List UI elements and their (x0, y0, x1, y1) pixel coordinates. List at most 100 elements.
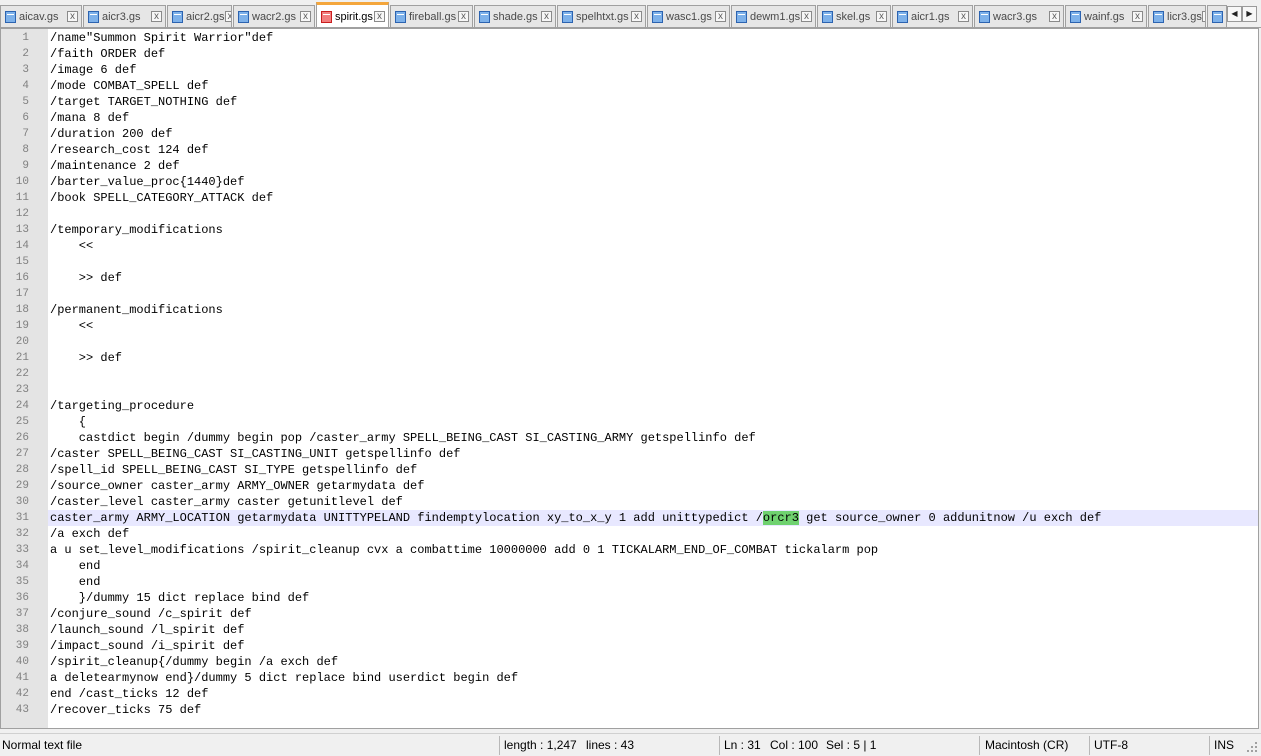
line-number: 21 (1, 350, 48, 366)
close-tab-icon[interactable]: x (958, 11, 969, 22)
code-line[interactable]: 13/temporary_modifications (1, 222, 1258, 238)
file-icon (979, 10, 990, 23)
tab-wacr3-gs[interactable]: wacr3.gs x (974, 5, 1064, 27)
tab-skel-gs[interactable]: skel.gs x (817, 5, 891, 27)
code-line[interactable]: 5/target TARGET_NOTHING def (1, 94, 1258, 110)
tab-aicr1-gs[interactable]: aicr1.gs x (892, 5, 973, 27)
code-line[interactable]: 26 castdict begin /dummy begin pop /cast… (1, 430, 1258, 446)
tab-spirit-gs[interactable]: spirit.gs x (316, 2, 389, 27)
close-tab-icon[interactable]: x (300, 11, 311, 22)
tab-wasc1-gs[interactable]: wasc1.gs x (647, 5, 730, 27)
code-line[interactable]: 38/launch_sound /l_spirit def (1, 622, 1258, 638)
tab-aicav-gs[interactable]: aicav.gs x (0, 5, 82, 27)
code-line[interactable]: 34 end (1, 558, 1258, 574)
code-line[interactable]: 40/spirit_cleanup{/dummy begin /a exch d… (1, 654, 1258, 670)
tab-licr3-gs[interactable]: licr3.gsx (1148, 5, 1206, 27)
tab-wacr2-gs[interactable]: wacr2.gs x (233, 5, 315, 27)
code-line[interactable]: 7/duration 200 def (1, 126, 1258, 142)
line-number: 5 (1, 94, 48, 110)
code-line[interactable]: 15 (1, 254, 1258, 270)
tab-fireball-gs[interactable]: fireball.gs x (390, 5, 473, 27)
code-line[interactable]: 3/image 6 def (1, 62, 1258, 78)
code-line[interactable]: 20 (1, 334, 1258, 350)
line-number: 16 (1, 270, 48, 286)
tab-overflow[interactable] (1207, 5, 1227, 27)
file-icon (238, 10, 249, 23)
code-line[interactable]: 25 { (1, 414, 1258, 430)
code-line[interactable]: 17 (1, 286, 1258, 302)
code-line[interactable]: 9/maintenance 2 def (1, 158, 1258, 174)
code-line[interactable]: 39/impact_sound /i_spirit def (1, 638, 1258, 654)
code-line[interactable]: 21 >> def (1, 350, 1258, 366)
tab-label: spelhtxt.gs (576, 10, 629, 23)
tab-wainf-gs[interactable]: wainf.gs x (1065, 5, 1147, 27)
code-line-text: castdict begin /dummy begin pop /caster_… (50, 431, 756, 445)
code-line[interactable]: 33 a u set_level_modifications /spirit_cl… (1, 542, 1258, 558)
tab-dewm1-gs[interactable]: dewm1.gs x (731, 5, 816, 27)
code-line-text: >> def (50, 351, 123, 365)
code-line[interactable]: 2/faith ORDER def (1, 46, 1258, 62)
code-line[interactable]: 42 end /cast_ticks 12 def (1, 686, 1258, 702)
code-line[interactable]: 41 a deletearmynow end}/dummy 5 dict repl… (1, 670, 1258, 686)
code-line[interactable]: 18/permanent_modifications (1, 302, 1258, 318)
code-line[interactable]: 19 << (1, 318, 1258, 334)
close-tab-icon[interactable]: x (801, 11, 812, 22)
code-line[interactable]: 12 (1, 206, 1258, 222)
code-line[interactable]: 11/book SPELL_CATEGORY_ATTACK def (1, 190, 1258, 206)
code-line[interactable]: 1/name"Summon Spirit Warrior"def (1, 30, 1258, 46)
code-line[interactable]: 8/research_cost 124 def (1, 142, 1258, 158)
close-tab-icon[interactable]: x (224, 11, 231, 22)
close-tab-icon[interactable]: x (67, 11, 78, 22)
tab-spelhtxt-gs[interactable]: spelhtxt.gs x (557, 5, 646, 27)
close-tab-icon[interactable]: x (1201, 11, 1205, 22)
file-icon (736, 10, 747, 23)
tab-shade-gs[interactable]: shade.gs x (474, 5, 556, 27)
status-eol[interactable]: Macintosh (CR) (985, 734, 1068, 756)
status-encoding[interactable]: UTF-8 (1094, 734, 1128, 756)
code-line[interactable]: 4/mode COMBAT_SPELL def (1, 78, 1258, 94)
code-line[interactable]: 24/targeting_procedure (1, 398, 1258, 414)
code-line[interactable]: 6/mana 8 def (1, 110, 1258, 126)
unsaved-file-icon (321, 10, 332, 23)
code-line-text: /permanent_modifications (50, 303, 223, 317)
close-tab-icon[interactable]: x (374, 11, 385, 22)
code-line[interactable]: 16 >> def (1, 270, 1258, 286)
code-editor[interactable]: 1/name"Summon Spirit Warrior"def 2/faith … (0, 28, 1259, 729)
line-number: 1 (1, 30, 48, 46)
status-insert-mode[interactable]: INS (1214, 734, 1234, 756)
code-line[interactable]: 32/a exch def (1, 526, 1258, 542)
close-tab-icon[interactable]: x (715, 11, 726, 22)
code-line[interactable]: 23 (1, 382, 1258, 398)
code-line[interactable]: 36 }/dummy 15 dict replace bind def (1, 590, 1258, 606)
code-line[interactable]: 30/caster_level caster_army caster getun… (1, 494, 1258, 510)
code-line-text: /spirit_cleanup{/dummy begin /a exch def (50, 655, 339, 669)
search-match-highlight: orcr3 (762, 511, 799, 525)
resize-grip-icon[interactable] (1245, 740, 1259, 754)
tab-aicr3-gs[interactable]: aicr3.gs x (83, 5, 166, 27)
tab-scroll-right-button[interactable]: ▶ (1242, 6, 1257, 22)
code-line[interactable]: 14 << (1, 238, 1258, 254)
code-line[interactable]: 31 caster_army ARMY_LOCATION getarmydata … (1, 510, 1258, 526)
close-tab-icon[interactable]: x (151, 11, 162, 22)
close-tab-icon[interactable]: x (1049, 11, 1060, 22)
close-tab-icon[interactable]: x (458, 11, 469, 22)
code-line[interactable]: 10/barter_value_proc{1440}def (1, 174, 1258, 190)
code-line[interactable]: 43/recover_ticks 75 def (1, 702, 1258, 718)
close-tab-icon[interactable]: x (876, 11, 887, 22)
code-line[interactable]: 22 (1, 366, 1258, 382)
close-tab-icon[interactable]: x (541, 11, 552, 22)
close-tab-icon[interactable]: x (1132, 11, 1143, 22)
code-line[interactable]: 28/spell_id SPELL_BEING_CAST SI_TYPE get… (1, 462, 1258, 478)
line-number: 2 (1, 46, 48, 62)
line-number: 34 (1, 558, 48, 574)
status-ln: Ln : 31 (724, 738, 761, 752)
close-tab-icon[interactable]: x (631, 11, 642, 22)
tab-aicr2-gs[interactable]: aicr2.gsx (167, 5, 232, 27)
code-line-text: /book SPELL_CATEGORY_ATTACK def (50, 191, 274, 205)
code-line[interactable]: 29/source_owner caster_army ARMY_OWNER g… (1, 478, 1258, 494)
tab-scroll-left-button[interactable]: ◀ (1227, 6, 1242, 22)
code-line[interactable]: 27/caster SPELL_BEING_CAST SI_CASTING_UN… (1, 446, 1258, 462)
code-line[interactable]: 35 end (1, 574, 1258, 590)
code-line-text: /spell_id SPELL_BEING_CAST SI_TYPE getsp… (50, 463, 418, 477)
code-line[interactable]: 37/conjure_sound /c_spirit def (1, 606, 1258, 622)
